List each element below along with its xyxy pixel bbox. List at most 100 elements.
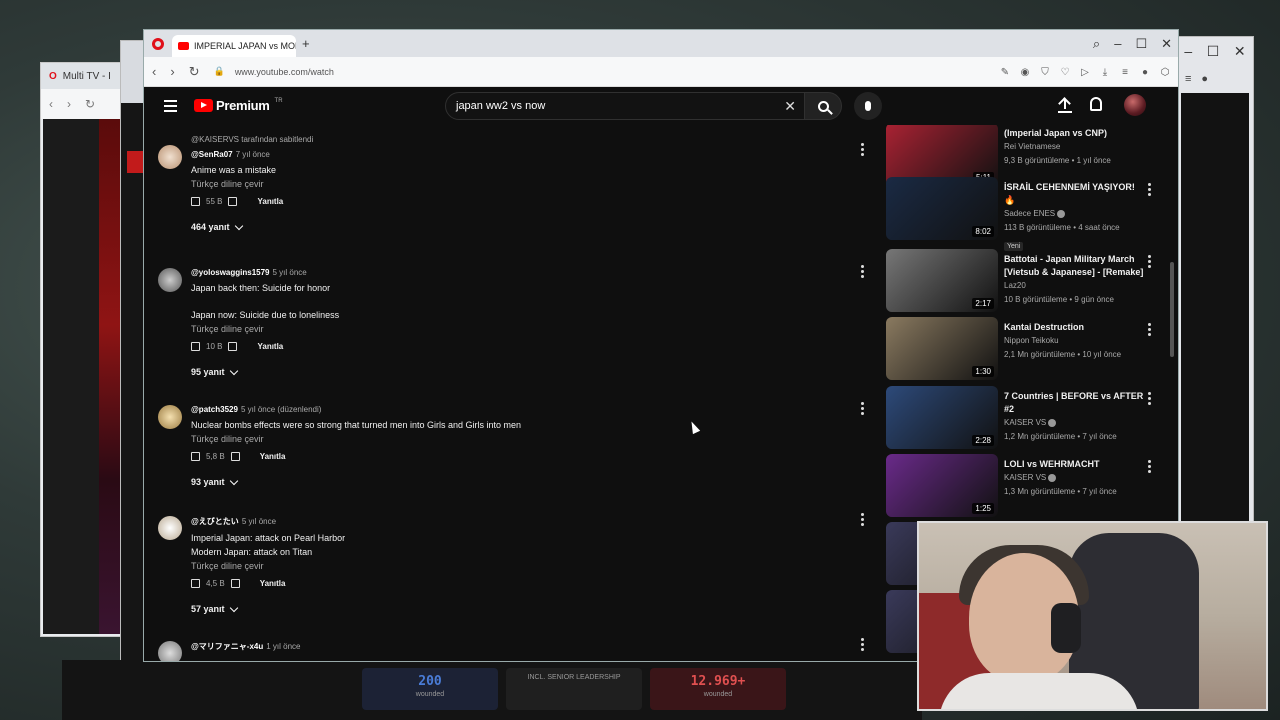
channel-name[interactable]: Nippon Teikoku (1004, 336, 1059, 345)
comment-author[interactable]: @patch3529 (191, 405, 238, 414)
new-tab-icon[interactable]: + (302, 36, 310, 51)
comment-time[interactable]: 5 yıl önce (düzenlendi) (241, 405, 322, 414)
replies-toggle[interactable]: 464 yanıt (191, 221, 313, 232)
profile-icon[interactable]: ● (1140, 67, 1150, 78)
forward-icon[interactable]: › (67, 97, 71, 111)
menu-icon[interactable]: ≡ (1185, 73, 1191, 85)
more-actions-icon[interactable] (861, 402, 864, 417)
avatar[interactable] (158, 405, 182, 429)
video-title[interactable]: Kantai Destruction (1004, 321, 1144, 334)
video-thumbnail[interactable]: 1:30 (886, 317, 998, 380)
dislike-icon[interactable] (228, 342, 238, 351)
like-icon[interactable] (191, 452, 200, 461)
close-icon[interactable]: ✕ (1234, 43, 1246, 60)
create-upload-icon[interactable] (1058, 97, 1072, 113)
reply-button[interactable]: Yanıtla (260, 579, 286, 588)
recommendation-item[interactable]: 1:25 LOLI vs WEHRMACHT KAISER VS 1,3 Mn gör… (886, 454, 1166, 518)
video-thumbnail[interactable]: 8:02 (886, 177, 998, 240)
profile-icon[interactable]: ● (1201, 73, 1208, 85)
video-title[interactable]: LOLI vs WEHRMACHT (1004, 458, 1144, 471)
video-title[interactable]: 7 Countries | BEFORE vs AFTER #2 (1004, 390, 1144, 416)
comment-author[interactable]: @SenRa07 (191, 150, 233, 159)
avatar[interactable] (158, 641, 182, 661)
youtube-premium-logo[interactable]: Premium TR (194, 98, 283, 113)
shield-icon[interactable]: ⛉ (1040, 67, 1050, 78)
comment-author[interactable]: @えびとたい (191, 517, 239, 526)
forward-icon[interactable]: › (170, 64, 174, 79)
comment-time[interactable]: 5 yıl önce (242, 517, 276, 526)
voice-search-button[interactable] (854, 92, 882, 120)
channel-name[interactable]: Rei Vietnamese (1004, 142, 1060, 151)
extensions-icon[interactable]: ⬡ (1160, 67, 1170, 78)
minimize-icon[interactable]: – (1184, 43, 1192, 59)
channel-name[interactable]: Sadece ENES (1004, 209, 1055, 218)
maximize-icon[interactable]: ☐ (1135, 36, 1147, 52)
reply-button[interactable]: Yanıtla (260, 452, 286, 461)
more-actions-icon[interactable] (1148, 323, 1151, 338)
recommendation-item[interactable]: 2:28 7 Countries | BEFORE vs AFTER #2 KAIS… (886, 386, 1166, 450)
comment-time[interactable]: 7 yıl önce (236, 150, 270, 159)
channel-name[interactable]: KAISER VS (1004, 418, 1046, 427)
clear-search-icon[interactable]: ✕ (784, 98, 796, 115)
replies-toggle[interactable]: 57 yanıt (191, 603, 345, 614)
channel-name[interactable]: Laz20 (1004, 281, 1026, 290)
like-icon[interactable] (191, 579, 200, 588)
video-title[interactable]: Battotai - Japan Military March [Vietsub… (1004, 253, 1144, 279)
video-title[interactable]: İSRAİL CEHENNEMİ YAŞIYOR! 🔥 (1004, 181, 1144, 207)
replies-toggle[interactable]: 95 yanıt (191, 366, 339, 377)
avatar[interactable] (158, 268, 182, 292)
video-title[interactable]: (Imperial Japan vs CNP) (1004, 127, 1144, 140)
dislike-icon[interactable] (230, 452, 240, 461)
search-button[interactable] (804, 92, 842, 120)
comment-time[interactable]: 1 yıl önce (266, 642, 300, 651)
background-tab-label[interactable]: Multi TV - I (63, 71, 111, 82)
maximize-icon[interactable]: ☐ (1207, 43, 1220, 60)
video-thumbnail[interactable]: 2:28 (886, 386, 998, 449)
more-actions-icon[interactable] (861, 265, 864, 280)
recommendation-item[interactable]: 8:02 İSRAİL CEHENNEMİ YAŞIYOR! 🔥 Sadece EN… (886, 177, 1166, 251)
back-icon[interactable]: ‹ (49, 97, 53, 111)
translate-link[interactable]: Türkçe diline çevir (191, 561, 345, 571)
avatar[interactable] (158, 516, 182, 540)
recommendation-item[interactable]: 2:17 Battotai - Japan Military March [Vie… (886, 249, 1166, 313)
more-actions-icon[interactable] (1148, 255, 1151, 270)
account-avatar[interactable] (1124, 94, 1146, 116)
dislike-icon[interactable] (228, 197, 238, 206)
browser-tab[interactable]: IMPERIAL JAPAN vs MODI (172, 35, 296, 57)
reload-icon[interactable]: ↻ (189, 64, 200, 80)
hamburger-menu-icon[interactable] (164, 100, 177, 115)
url-field[interactable]: www.youtube.com/watch (235, 67, 334, 77)
scrollbar[interactable] (1170, 262, 1174, 357)
dislike-icon[interactable] (230, 579, 240, 588)
menu-icon[interactable]: ≡ (1120, 67, 1130, 78)
channel-name[interactable]: KAISER VS (1004, 473, 1046, 482)
camera-icon[interactable]: ◉ (1020, 67, 1030, 78)
video-thumbnail[interactable]: 2:17 (886, 249, 998, 312)
more-actions-icon[interactable] (861, 513, 864, 528)
translate-link[interactable]: Türkçe diline çevir (191, 434, 521, 444)
more-actions-icon[interactable] (861, 638, 864, 653)
reload-icon[interactable]: ↻ (85, 97, 95, 111)
notifications-bell-icon[interactable] (1090, 97, 1102, 111)
reply-button[interactable]: Yanıtla (257, 197, 283, 206)
more-actions-icon[interactable] (1148, 183, 1151, 198)
search-tabs-icon[interactable]: ⌕ (1093, 36, 1100, 52)
comment-author[interactable]: @yoloswaggins1579 (191, 268, 270, 277)
reply-button[interactable]: Yanıtla (257, 342, 283, 351)
download-icon[interactable]: ⤓ (1100, 67, 1110, 78)
back-icon[interactable]: ‹ (152, 64, 156, 79)
translate-link[interactable]: Türkçe diline çevir (191, 324, 339, 334)
like-icon[interactable] (191, 342, 200, 351)
heart-icon[interactable]: ♡ (1060, 67, 1070, 78)
play-icon[interactable]: ▷ (1080, 67, 1090, 78)
replies-toggle[interactable]: 93 yanıt (191, 476, 521, 487)
video-thumbnail[interactable]: 1:25 (886, 454, 998, 517)
translate-link[interactable]: Türkçe diline çevir (191, 179, 313, 189)
comment-author[interactable]: @マリファニャ-x4u (191, 642, 263, 651)
close-icon[interactable]: ✕ (1161, 36, 1172, 52)
like-icon[interactable] (191, 197, 200, 206)
more-actions-icon[interactable] (861, 143, 864, 158)
search-input[interactable]: japan ww2 vs now ✕ (445, 92, 805, 120)
avatar[interactable] (158, 145, 182, 169)
more-actions-icon[interactable] (1148, 460, 1151, 475)
